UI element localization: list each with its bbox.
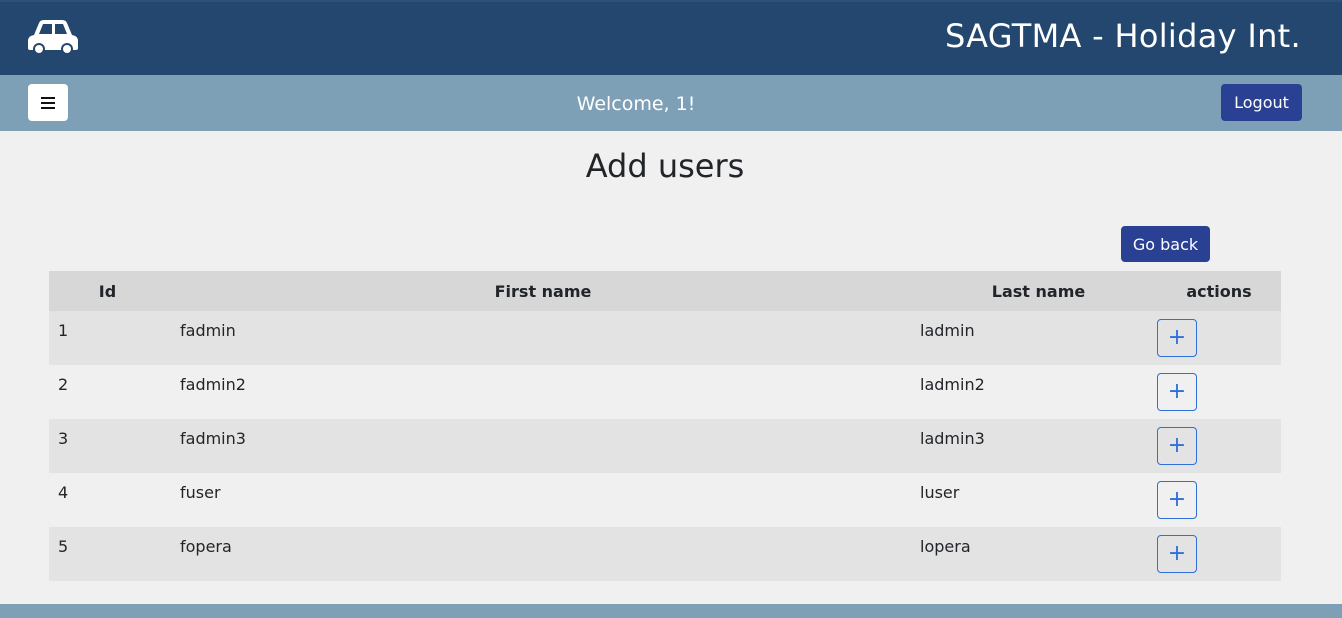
last-name-cell: ladmin2 (920, 365, 1157, 419)
table-row: 2 fadmin2 ladmin2 + (49, 365, 1281, 419)
add-user-button[interactable]: + (1157, 373, 1197, 411)
first-name-cell: fopera (166, 527, 920, 581)
actions-cell: + (1157, 473, 1281, 527)
first-name-cell: fadmin2 (166, 365, 920, 419)
first-name-text: fadmin (180, 321, 236, 340)
brand-title: SAGTMA - Holiday Int. (944, 17, 1301, 55)
car-icon (28, 20, 78, 55)
table-row: 5 fopera lopera + (49, 527, 1281, 581)
logout-button[interactable]: Logout (1221, 84, 1302, 121)
table-row: 4 fuser luser + (49, 473, 1281, 527)
actions-cell: + (1157, 419, 1281, 473)
navbar: Welcome, 1! Logout (0, 75, 1342, 131)
first-name-text: fuser (180, 483, 221, 502)
actions-cell: + (1157, 311, 1281, 365)
column-header-first-name: First name (166, 271, 920, 311)
users-table: Id First name Last name actions 1 fadmin… (49, 271, 1281, 581)
actions-cell: + (1157, 365, 1281, 419)
add-user-button[interactable]: + (1157, 535, 1197, 573)
add-user-button[interactable]: + (1157, 427, 1197, 465)
user-id-cell: 1 (49, 311, 166, 365)
last-name-cell: ladmin3 (920, 419, 1157, 473)
user-id-cell: 3 (49, 419, 166, 473)
table-header-row: Id First name Last name actions (49, 271, 1281, 311)
table-row: 1 fadmin ladmin + (49, 311, 1281, 365)
table-row: 3 fadmin3 ladmin3 + (49, 419, 1281, 473)
user-id-cell: 4 (49, 473, 166, 527)
last-name-cell: lopera (920, 527, 1157, 581)
add-user-button[interactable]: + (1157, 319, 1197, 357)
user-id-cell: 2 (49, 365, 166, 419)
first-name-cell: fadmin3 (166, 419, 920, 473)
footer-bar (0, 604, 1342, 618)
page-title: Add users (585, 147, 745, 185)
first-name-text: fadmin2 (180, 375, 246, 394)
last-name-cell: luser (920, 473, 1157, 527)
go-back-button[interactable]: Go back (1121, 226, 1210, 262)
welcome-message: Welcome, 1! (576, 93, 696, 115)
column-header-actions: actions (1157, 271, 1281, 311)
user-id-cell: 5 (49, 527, 166, 581)
first-name-text: fadmin3 (180, 429, 246, 448)
first-name-cell: fadmin (166, 311, 920, 365)
first-name-text: fopera (180, 537, 232, 556)
last-name-cell: ladmin (920, 311, 1157, 365)
actions-cell: + (1157, 527, 1281, 581)
first-name-cell: fuser (166, 473, 920, 527)
app-header: SAGTMA - Holiday Int. (0, 0, 1342, 75)
column-header-id: Id (49, 271, 166, 311)
column-header-last-name: Last name (920, 271, 1157, 311)
add-user-button[interactable]: + (1157, 481, 1197, 519)
